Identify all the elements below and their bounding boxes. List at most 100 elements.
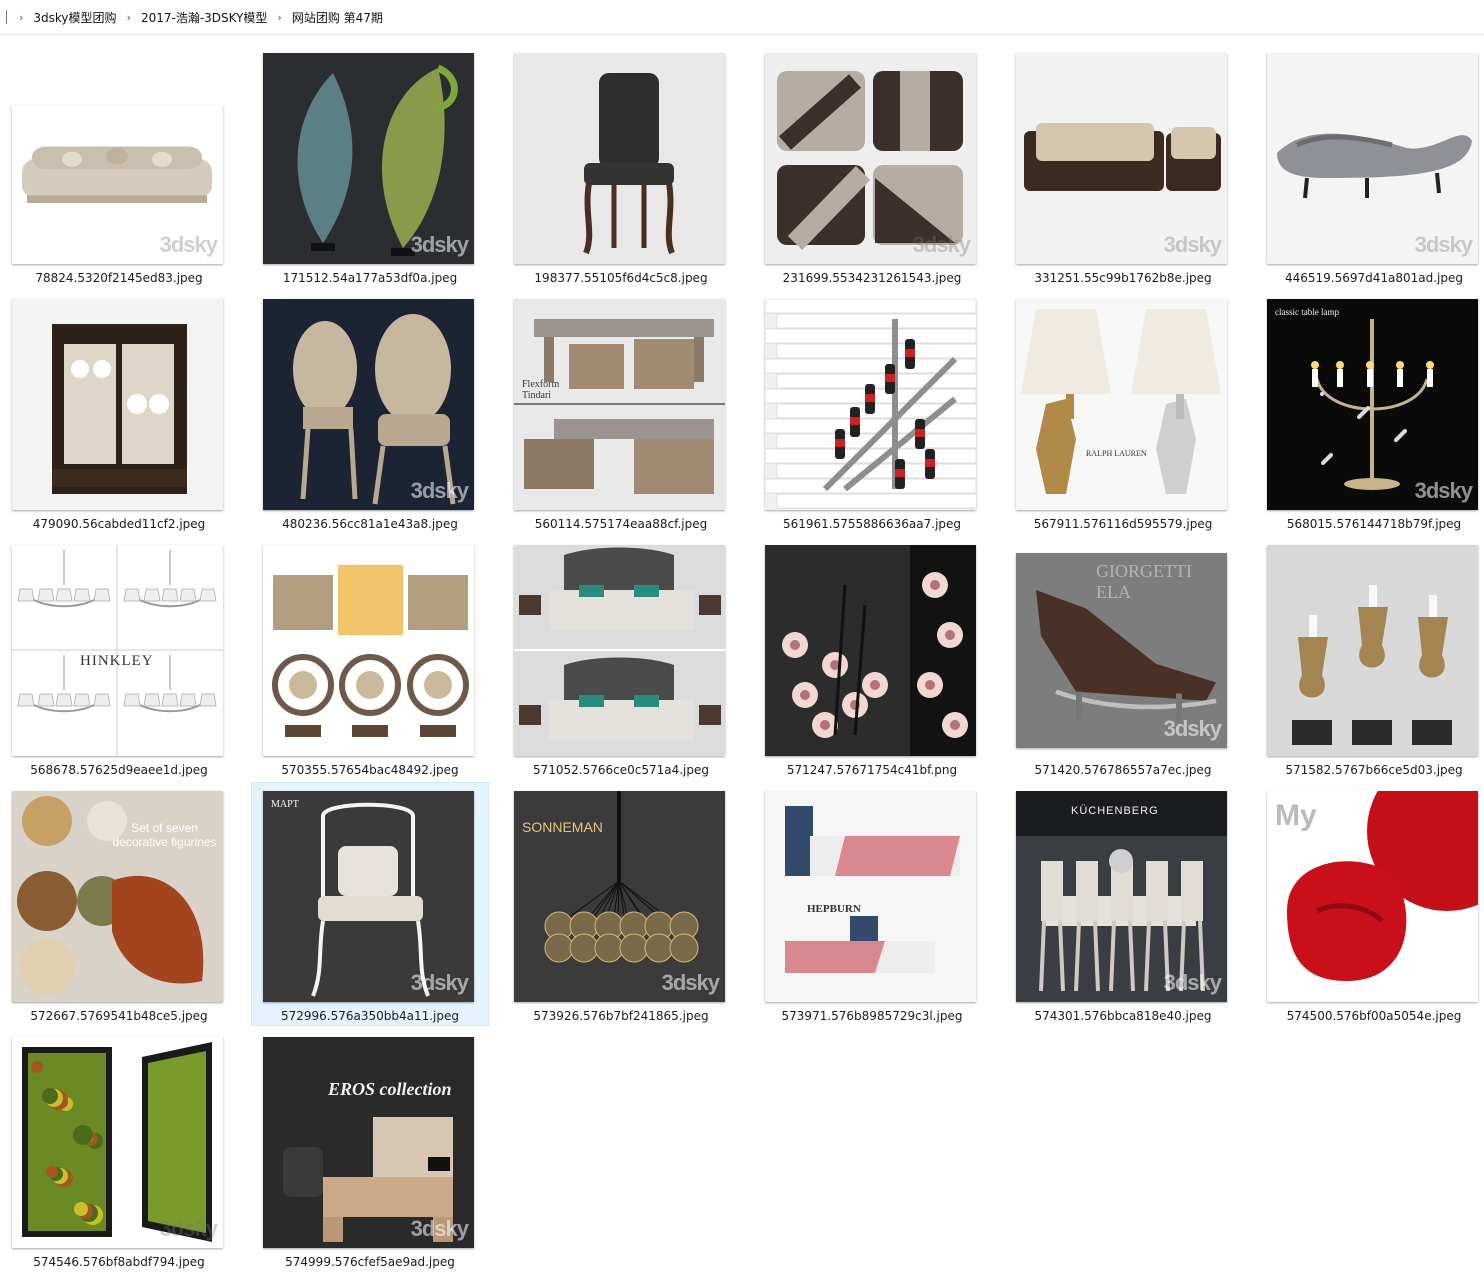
- breadcrumb-item[interactable]: › 3dsky模型团购: [11, 7, 119, 28]
- file-thumbnail[interactable]: [263, 545, 474, 756]
- file-name[interactable]: 446519.5697d41a801ad.jpeg: [1256, 271, 1484, 285]
- thumbnail-caption: KÜCHENBERG: [1071, 805, 1159, 817]
- file-name[interactable]: 479090.56cabded11cf2.jpeg: [1, 517, 237, 531]
- file-name[interactable]: 231699.5534231261543.jpeg: [754, 271, 990, 285]
- thumbnail-caption: My: [1275, 799, 1317, 832]
- thumbnail-watermark: 3dsky: [159, 232, 218, 257]
- file-name[interactable]: 574301.576bbca818e40.jpeg: [1005, 1009, 1241, 1023]
- file-item[interactable]: 3dsky 78824.5320f2145ed83.jpeg: [0, 44, 238, 288]
- thumbnail-watermark: 3dsky: [661, 970, 720, 995]
- file-thumbnail[interactable]: KÜCHENBERG 3dsky: [1016, 791, 1227, 1002]
- chevron-right-icon[interactable]: ›: [127, 11, 131, 24]
- file-item[interactable]: KÜCHENBERG 3dsky 574301.576bbca818e40.jpeg: [1004, 782, 1242, 1026]
- chevron-right-icon[interactable]: ›: [19, 11, 23, 24]
- thumbnail-watermark: 3dsky: [912, 232, 971, 257]
- file-item[interactable]: SONNEMAN 3dsky 573926.576b7bf241865.jpeg: [502, 782, 740, 1026]
- file-thumbnail[interactable]: 3dsky: [1267, 53, 1478, 264]
- breadcrumb-item[interactable]: › 2017-浩瀚-3DSKY模型: [119, 7, 270, 28]
- file-thumbnail[interactable]: 3dsky: [1016, 53, 1227, 264]
- file-thumbnail[interactable]: 3dsky: [12, 1037, 223, 1248]
- file-item[interactable]: HINKLEY 568678.57625d9eaee1d.jpeg: [0, 536, 238, 780]
- file-name[interactable]: 571052.5766ce0c571a4.jpeg: [503, 763, 739, 777]
- file-item[interactable]: 571052.5766ce0c571a4.jpeg: [502, 536, 740, 780]
- file-name[interactable]: 571582.5767b66ce5d03.jpeg: [1256, 763, 1484, 777]
- file-item[interactable]: Set of seven decorative figurines 572667.…: [0, 782, 238, 1026]
- file-name[interactable]: 561961.5755886636aa7.jpeg: [754, 517, 990, 531]
- file-item[interactable]: 3dsky 446519.5697d41a801ad.jpeg: [1255, 44, 1484, 288]
- thumbnail-caption: HEPBURN: [807, 903, 861, 915]
- file-name[interactable]: 78824.5320f2145ed83.jpeg: [1, 271, 237, 285]
- chevron-right-icon[interactable]: ›: [277, 11, 281, 24]
- file-thumbnail[interactable]: [1267, 545, 1478, 756]
- file-thumbnail[interactable]: classic table lamp 3dsky: [1267, 299, 1478, 510]
- file-name[interactable]: 573971.576b8985729c3l.jpeg: [754, 1009, 990, 1023]
- file-thumbnail[interactable]: Flexform Tindari: [514, 299, 725, 510]
- file-name[interactable]: 574999.576cfef5ae9ad.jpeg: [252, 1255, 488, 1269]
- file-item[interactable]: 561961.5755886636aa7.jpeg: [753, 290, 991, 534]
- file-name[interactable]: 331251.55c99b1762b8e.jpeg: [1005, 271, 1241, 285]
- file-item[interactable]: RALPH LAUREN 567911.576116d595579.jpeg: [1004, 290, 1242, 534]
- file-thumbnail[interactable]: RALPH LAUREN: [1016, 299, 1227, 510]
- file-item[interactable]: 479090.56cabded11cf2.jpeg: [0, 290, 238, 534]
- file-thumbnail[interactable]: GIORGETTI ELA 3dsky: [1016, 553, 1227, 748]
- file-thumbnail[interactable]: Set of seven decorative figurines: [12, 791, 223, 1002]
- thumbnail-watermark: 3dsky: [410, 970, 469, 995]
- file-thumbnail[interactable]: [765, 545, 976, 756]
- file-thumbnail[interactable]: [514, 53, 725, 264]
- file-name[interactable]: 560114.575174eaa88cf.jpeg: [503, 517, 739, 531]
- file-item[interactable]: 3dsky 480236.56cc81a1e43a8.jpeg: [251, 290, 489, 534]
- file-name[interactable]: 571247.57671754c41bf.png: [754, 763, 990, 777]
- file-item[interactable]: 3dsky 171512.54a177a53df0a.jpeg: [251, 44, 489, 288]
- file-thumbnail[interactable]: [765, 299, 976, 510]
- file-thumbnail[interactable]: SONNEMAN 3dsky: [514, 791, 725, 1002]
- thumbnail-caption: GIORGETTI ELA: [1096, 561, 1192, 602]
- thumbnail-image: [785, 806, 960, 973]
- thumbnail-watermark: 3dsky: [410, 232, 469, 257]
- file-name[interactable]: 572996.576a350bb4a11.jpeg: [252, 1009, 488, 1023]
- thumbnail-caption: МАРТ: [271, 799, 299, 810]
- file-thumbnail[interactable]: HEPBURN: [765, 791, 976, 1002]
- file-item[interactable]: HEPBURN 573971.576b8985729c3l.jpeg: [753, 782, 991, 1026]
- file-item[interactable]: 3dsky 331251.55c99b1762b8e.jpeg: [1004, 44, 1242, 288]
- file-thumbnail[interactable]: 3dsky: [12, 105, 223, 264]
- file-item[interactable]: 3dsky 231699.5534231261543.jpeg: [753, 44, 991, 288]
- file-name[interactable]: 567911.576116d595579.jpeg: [1005, 517, 1241, 531]
- file-thumbnail[interactable]: EROS collection 3dsky: [263, 1037, 474, 1248]
- file-item[interactable]: 570355.57654bac48492.jpeg: [251, 536, 489, 780]
- file-name[interactable]: 573926.576b7bf241865.jpeg: [503, 1009, 739, 1023]
- file-item[interactable]: 571582.5767b66ce5d03.jpeg: [1255, 536, 1484, 780]
- file-item[interactable]: My 574500.576bf00a5054e.jpeg: [1255, 782, 1484, 1026]
- file-name[interactable]: 574500.576bf00a5054e.jpeg: [1256, 1009, 1484, 1023]
- file-name[interactable]: 480236.56cc81a1e43a8.jpeg: [252, 517, 488, 531]
- file-name[interactable]: 198377.55105f6d4c5c8.jpeg: [503, 271, 739, 285]
- file-thumbnail[interactable]: [12, 299, 223, 510]
- file-item[interactable]: 571247.57671754c41bf.png: [753, 536, 991, 780]
- file-name[interactable]: 171512.54a177a53df0a.jpeg: [252, 271, 488, 285]
- thumbnail-image: [514, 319, 725, 494]
- file-item[interactable]: МАРТ 3dsky 572996.576a350bb4a11.jpeg: [251, 782, 489, 1026]
- file-name[interactable]: 570355.57654bac48492.jpeg: [252, 763, 488, 777]
- file-name[interactable]: 571420.576786557a7ec.jpeg: [1005, 763, 1241, 777]
- file-thumbnail[interactable]: My: [1267, 791, 1478, 1002]
- file-item[interactable]: 198377.55105f6d4c5c8.jpeg: [502, 44, 740, 288]
- file-item[interactable]: GIORGETTI ELA 3dsky 571420.576786557a7ec.j…: [1004, 536, 1242, 780]
- file-item[interactable]: Flexform Tindari 560114.575174eaa88cf.jpe…: [502, 290, 740, 534]
- file-thumbnail[interactable]: [514, 545, 725, 756]
- thumbnail-watermark: 3dsky: [410, 1216, 469, 1241]
- file-thumbnail[interactable]: 3dsky: [263, 53, 474, 264]
- file-thumbnail[interactable]: 3dsky: [263, 299, 474, 510]
- thumbnail-image: [272, 565, 469, 737]
- thumbnail-watermark: 3dsky: [1163, 232, 1222, 257]
- file-thumbnail[interactable]: МАРТ 3dsky: [263, 791, 474, 1002]
- file-item[interactable]: 3dsky 574546.576bf8abdf794.jpeg: [0, 1028, 238, 1272]
- file-name[interactable]: 568678.57625d9eaee1d.jpeg: [1, 763, 237, 777]
- file-name[interactable]: 574546.576bf8abdf794.jpeg: [1, 1255, 237, 1269]
- file-item[interactable]: classic table lamp 3dsky 568015.576144718b…: [1255, 290, 1484, 534]
- file-item[interactable]: EROS collection 3dsky 574999.576cfef5ae9ad…: [251, 1028, 489, 1272]
- file-name[interactable]: 572667.5769541b48ce5.jpeg: [1, 1009, 237, 1023]
- file-name[interactable]: 568015.576144718b79f.jpeg: [1256, 517, 1484, 531]
- breadcrumb-item[interactable]: › 网站团购 第47期: [269, 7, 385, 28]
- thumbnail-image: [1021, 309, 1221, 494]
- file-thumbnail[interactable]: 3dsky: [765, 53, 976, 264]
- file-thumbnail[interactable]: HINKLEY: [12, 545, 223, 756]
